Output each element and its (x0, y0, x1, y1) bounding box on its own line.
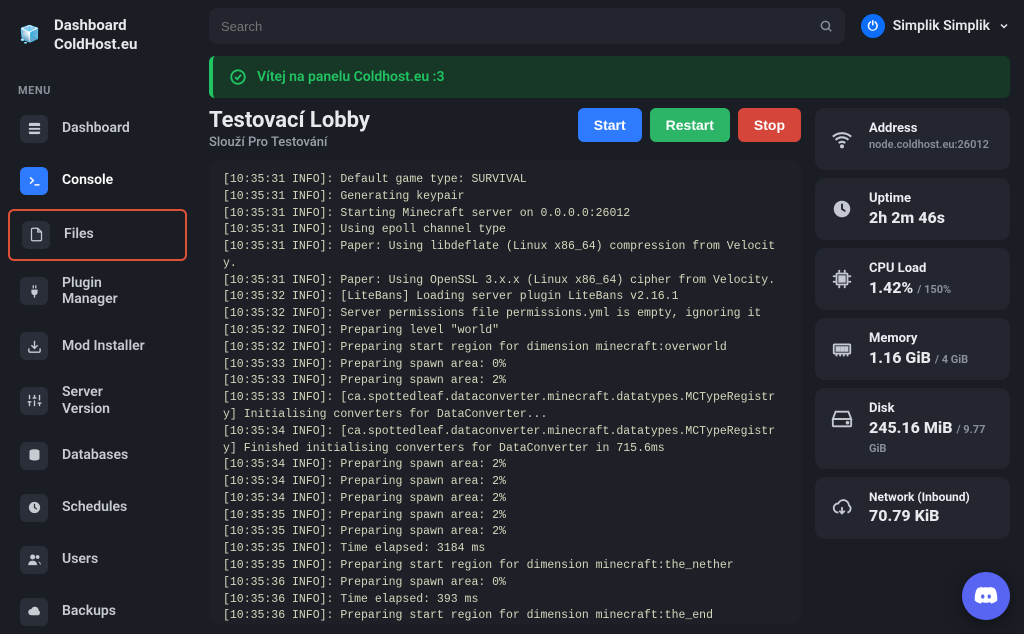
sidebar-item-backups[interactable]: Backups (8, 588, 187, 634)
stat-cpu: CPU Load 1.42% / 150% (815, 248, 1010, 310)
start-button[interactable]: Start (578, 108, 642, 142)
stat-value: node.coldhost.eu:26012 (869, 138, 996, 151)
brand-text: DashboardColdHost.eu (54, 16, 137, 54)
sidebar-item-files[interactable]: Files (8, 209, 187, 261)
stat-label: Disk (869, 401, 996, 416)
clock-icon (20, 494, 48, 522)
stat-label: Address (869, 121, 996, 136)
brand[interactable]: 🧊 DashboardColdHost.eu (8, 10, 187, 68)
disk-icon (829, 406, 855, 432)
stat-value: 1.16 GiB (869, 348, 931, 367)
search-icon (819, 19, 833, 33)
download-icon (20, 332, 48, 360)
main: ⏻ Simplik Simplik Vítej na panelu Coldho… (195, 0, 1024, 634)
stat-label: Memory (869, 331, 996, 346)
stat-value: 245.16 MiB (869, 418, 952, 437)
users-icon (20, 546, 48, 574)
stat-value: 70.79 KiB (869, 506, 996, 525)
sidebar-item-users[interactable]: Users (8, 536, 187, 584)
stat-network: Network (Inbound) 70.79 KiB (815, 477, 1010, 539)
restart-button[interactable]: Restart (650, 108, 730, 142)
sidebar-item-label: Files (64, 226, 94, 243)
plug-icon (20, 277, 48, 305)
stat-sub: / 4 GiB (935, 353, 968, 366)
check-circle-icon (229, 68, 247, 86)
welcome-alert: Vítej na panelu Coldhost.eu :3 (209, 56, 1010, 98)
server-header: Testovací Lobby Slouží Pro Testování Sta… (209, 108, 801, 150)
sidebar-item-plugin[interactable]: Plugin Manager (8, 265, 187, 319)
page-title: Testovací Lobby (209, 108, 370, 133)
search-box[interactable] (209, 8, 845, 44)
stat-address: Address node.coldhost.eu:26012 (815, 108, 1010, 170)
sidebar-item-label: Databases (62, 447, 128, 464)
cloud-icon (20, 598, 48, 626)
sidebar-item-server[interactable]: Server Version (8, 374, 187, 428)
stat-label: CPU Load (869, 261, 996, 276)
stat-sub: / 150% (917, 283, 951, 296)
alert-text: Vítej na panelu Coldhost.eu :3 (257, 69, 444, 85)
discord-fab[interactable] (962, 572, 1010, 620)
stat-value: 1.42% (869, 278, 913, 297)
stop-button[interactable]: Stop (738, 108, 801, 142)
brand-logo-icon: 🧊 (16, 21, 44, 49)
wifi-icon (829, 126, 855, 152)
stat-label: Uptime (869, 191, 996, 206)
discord-icon (973, 583, 999, 609)
db-icon (20, 442, 48, 470)
stats-panel: Address node.coldhost.eu:26012 Uptime 2h… (815, 108, 1010, 624)
sidebar-item-console[interactable]: Console (8, 157, 187, 205)
sidebar-item-label: Users (62, 551, 98, 568)
page-subtitle: Slouží Pro Testování (209, 135, 370, 150)
sidebar-item-label: Backups (62, 603, 116, 620)
sidebar-item-label: Schedules (62, 499, 127, 516)
sidebar: 🧊 DashboardColdHost.eu MENU Dashboard Con… (0, 0, 195, 634)
user-name: Simplik Simplik (893, 18, 990, 34)
stat-memory: Memory 1.16 GiB / 4 GiB (815, 318, 1010, 380)
dashboard-icon (20, 115, 48, 143)
stat-label: Network (Inbound) (869, 490, 996, 504)
user-menu[interactable]: ⏻ Simplik Simplik (861, 14, 1010, 38)
topbar: ⏻ Simplik Simplik (195, 0, 1024, 52)
sidebar-item-label: Mod Installer (62, 338, 145, 355)
sidebar-item-dashboard[interactable]: Dashboard (8, 105, 187, 153)
avatar: ⏻ (861, 14, 885, 38)
chevron-down-icon (998, 20, 1010, 32)
memory-icon (829, 336, 855, 362)
stat-value: 2h 2m 46s (869, 208, 996, 227)
sidebar-item-modinst[interactable]: Mod Installer (8, 322, 187, 370)
cpu-icon (829, 266, 855, 292)
stat-uptime: Uptime 2h 2m 46s (815, 178, 1010, 240)
terminal-icon (20, 167, 48, 195)
sidebar-item-label: Console (62, 172, 113, 189)
nav: Dashboard Console Files Plugin Manager Mod I… (8, 105, 187, 634)
sidebar-item-databases[interactable]: Databases (8, 432, 187, 480)
download-cloud-icon (829, 495, 855, 521)
sidebar-item-label: Server Version (62, 384, 110, 418)
sliders-icon (20, 387, 48, 415)
menu-section-label: MENU (8, 68, 187, 105)
clock-icon (829, 196, 855, 222)
sidebar-item-schedules[interactable]: Schedules (8, 484, 187, 532)
sidebar-item-label: Plugin Manager (62, 275, 118, 309)
search-input[interactable] (221, 19, 819, 34)
sidebar-item-label: Dashboard (62, 120, 130, 137)
file-icon (22, 221, 50, 249)
stat-disk: Disk 245.16 MiB / 9.77 GiB (815, 388, 1010, 469)
console-output[interactable]: [10:35:31 INFO]: Default game type: SURV… (209, 160, 801, 624)
